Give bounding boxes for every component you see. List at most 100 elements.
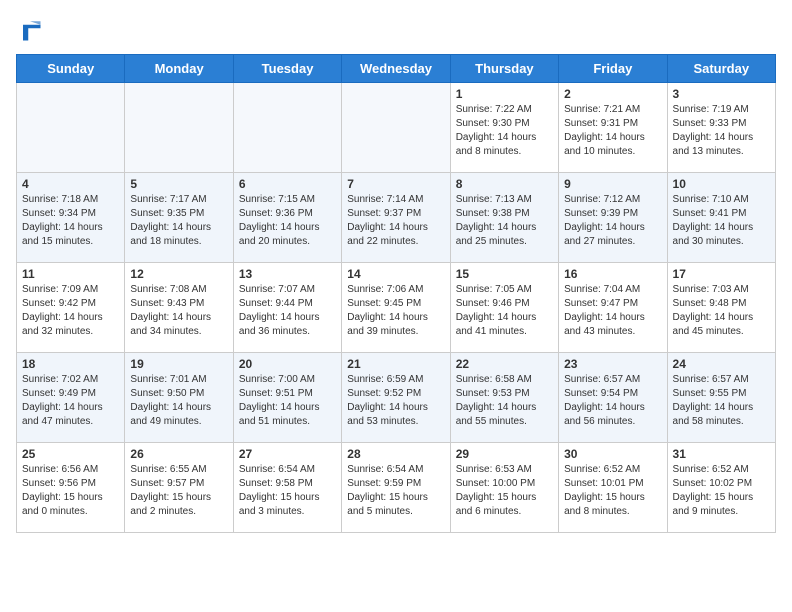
day-info: Sunrise: 7:19 AM Sunset: 9:33 PM Dayligh…: [673, 103, 770, 159]
week-row-1: 4 Sunrise: 7:18 AM Sunset: 9:34 PM Daylig…: [17, 173, 776, 263]
day-info: Sunrise: 7:07 AM Sunset: 9:44 PM Dayligh…: [239, 283, 336, 339]
calendar-cell: 30 Sunrise: 6:52 AM Sunset: 10:01 PM Dayl…: [559, 443, 667, 533]
day-number: 14: [347, 267, 444, 281]
day-number: 1: [456, 87, 553, 101]
logo-icon: [16, 16, 44, 44]
calendar-cell: 26 Sunrise: 6:55 AM Sunset: 9:57 PM Dayli…: [125, 443, 233, 533]
day-number: 20: [239, 357, 336, 371]
header-wednesday: Wednesday: [342, 55, 450, 83]
calendar-cell: [233, 83, 341, 173]
calendar-cell: 20 Sunrise: 7:00 AM Sunset: 9:51 PM Dayli…: [233, 353, 341, 443]
calendar-cell: 31 Sunrise: 6:52 AM Sunset: 10:02 PM Dayl…: [667, 443, 775, 533]
day-info: Sunrise: 7:12 AM Sunset: 9:39 PM Dayligh…: [564, 193, 661, 249]
day-info: Sunrise: 7:05 AM Sunset: 9:46 PM Dayligh…: [456, 283, 553, 339]
calendar-cell: 2 Sunrise: 7:21 AM Sunset: 9:31 PM Daylig…: [559, 83, 667, 173]
week-row-2: 11 Sunrise: 7:09 AM Sunset: 9:42 PM Dayli…: [17, 263, 776, 353]
day-number: 2: [564, 87, 661, 101]
day-number: 4: [22, 177, 119, 191]
day-number: 26: [130, 447, 227, 461]
day-number: 27: [239, 447, 336, 461]
day-info: Sunrise: 7:22 AM Sunset: 9:30 PM Dayligh…: [456, 103, 553, 159]
calendar-cell: 8Sunrise: 7:13 AM Sunset: 9:38 PM Daylig…: [450, 173, 558, 263]
day-number: 12: [130, 267, 227, 281]
day-info: Sunrise: 7:15 AM Sunset: 9:36 PM Dayligh…: [239, 193, 336, 249]
day-number: 11: [22, 267, 119, 281]
day-number: 19: [130, 357, 227, 371]
calendar-body: 1 Sunrise: 7:22 AM Sunset: 9:30 PM Daylig…: [17, 83, 776, 533]
calendar-cell: 15 Sunrise: 7:05 AM Sunset: 9:46 PM Dayli…: [450, 263, 558, 353]
day-info: Sunrise: 7:00 AM Sunset: 9:51 PM Dayligh…: [239, 373, 336, 429]
calendar-cell: 24 Sunrise: 6:57 AM Sunset: 9:55 PM Dayli…: [667, 353, 775, 443]
day-info: Sunrise: 7:02 AM Sunset: 9:49 PM Dayligh…: [22, 373, 119, 429]
day-info: Sunrise: 6:57 AM Sunset: 9:55 PM Dayligh…: [673, 373, 770, 429]
calendar-cell: 22 Sunrise: 6:58 AM Sunset: 9:53 PM Dayli…: [450, 353, 558, 443]
day-info: Sunrise: 7:18 AM Sunset: 9:34 PM Dayligh…: [22, 193, 119, 249]
calendar-cell: 29Sunrise: 6:53 AM Sunset: 10:00 PM Dayl…: [450, 443, 558, 533]
day-number: 7: [347, 177, 444, 191]
calendar-cell: 3 Sunrise: 7:19 AM Sunset: 9:33 PM Daylig…: [667, 83, 775, 173]
day-info: Sunrise: 7:08 AM Sunset: 9:43 PM Dayligh…: [130, 283, 227, 339]
day-info: Sunrise: 6:58 AM Sunset: 9:53 PM Dayligh…: [456, 373, 553, 429]
calendar-cell: 18Sunrise: 7:02 AM Sunset: 9:49 PM Dayli…: [17, 353, 125, 443]
day-info: Sunrise: 7:14 AM Sunset: 9:37 PM Dayligh…: [347, 193, 444, 249]
header-friday: Friday: [559, 55, 667, 83]
calendar-cell: 10Sunrise: 7:10 AM Sunset: 9:41 PM Dayli…: [667, 173, 775, 263]
day-number: 24: [673, 357, 770, 371]
day-number: 3: [673, 87, 770, 101]
day-number: 23: [564, 357, 661, 371]
header-thursday: Thursday: [450, 55, 558, 83]
calendar-cell: 14 Sunrise: 7:06 AM Sunset: 9:45 PM Dayli…: [342, 263, 450, 353]
header-sunday: Sunday: [17, 55, 125, 83]
day-number: 22: [456, 357, 553, 371]
day-number: 25: [22, 447, 119, 461]
calendar-header: SundayMondayTuesdayWednesdayThursdayFrid…: [17, 55, 776, 83]
day-info: Sunrise: 7:06 AM Sunset: 9:45 PM Dayligh…: [347, 283, 444, 339]
day-info: Sunrise: 7:10 AM Sunset: 9:41 PM Dayligh…: [673, 193, 770, 249]
header-row: SundayMondayTuesdayWednesdayThursdayFrid…: [17, 55, 776, 83]
calendar-cell: 13 Sunrise: 7:07 AM Sunset: 9:44 PM Dayli…: [233, 263, 341, 353]
day-number: 17: [673, 267, 770, 281]
calendar-cell: 6 Sunrise: 7:15 AM Sunset: 9:36 PM Daylig…: [233, 173, 341, 263]
calendar-cell: [17, 83, 125, 173]
day-number: 16: [564, 267, 661, 281]
calendar-cell: 12 Sunrise: 7:08 AM Sunset: 9:43 PM Dayli…: [125, 263, 233, 353]
week-row-4: 25 Sunrise: 6:56 AM Sunset: 9:56 PM Dayli…: [17, 443, 776, 533]
day-info: Sunrise: 6:57 AM Sunset: 9:54 PM Dayligh…: [564, 373, 661, 429]
day-info: Sunrise: 6:52 AM Sunset: 10:01 PM Daylig…: [564, 463, 661, 519]
calendar-cell: 25 Sunrise: 6:56 AM Sunset: 9:56 PM Dayli…: [17, 443, 125, 533]
day-info: Sunrise: 6:52 AM Sunset: 10:02 PM Daylig…: [673, 463, 770, 519]
header-tuesday: Tuesday: [233, 55, 341, 83]
day-info: Sunrise: 7:21 AM Sunset: 9:31 PM Dayligh…: [564, 103, 661, 159]
calendar-cell: 16 Sunrise: 7:04 AM Sunset: 9:47 PM Dayli…: [559, 263, 667, 353]
day-number: 29: [456, 447, 553, 461]
day-number: 31: [673, 447, 770, 461]
week-row-0: 1 Sunrise: 7:22 AM Sunset: 9:30 PM Daylig…: [17, 83, 776, 173]
day-info: Sunrise: 6:59 AM Sunset: 9:52 PM Dayligh…: [347, 373, 444, 429]
day-number: 30: [564, 447, 661, 461]
day-info: Sunrise: 6:55 AM Sunset: 9:57 PM Dayligh…: [130, 463, 227, 519]
day-number: 13: [239, 267, 336, 281]
logo: [16, 16, 48, 44]
header: [16, 16, 776, 44]
day-number: 5: [130, 177, 227, 191]
day-info: Sunrise: 6:56 AM Sunset: 9:56 PM Dayligh…: [22, 463, 119, 519]
calendar-cell: 4 Sunrise: 7:18 AM Sunset: 9:34 PM Daylig…: [17, 173, 125, 263]
day-number: 6: [239, 177, 336, 191]
day-number: 15: [456, 267, 553, 281]
calendar-cell: 5 Sunrise: 7:17 AM Sunset: 9:35 PM Daylig…: [125, 173, 233, 263]
day-info: Sunrise: 7:09 AM Sunset: 9:42 PM Dayligh…: [22, 283, 119, 339]
calendar-cell: 28Sunrise: 6:54 AM Sunset: 9:59 PM Dayli…: [342, 443, 450, 533]
calendar-cell: [125, 83, 233, 173]
day-number: 8: [456, 177, 553, 191]
calendar-cell: 17Sunrise: 7:03 AM Sunset: 9:48 PM Dayli…: [667, 263, 775, 353]
day-info: Sunrise: 7:04 AM Sunset: 9:47 PM Dayligh…: [564, 283, 661, 339]
day-info: Sunrise: 7:01 AM Sunset: 9:50 PM Dayligh…: [130, 373, 227, 429]
calendar-cell: 9 Sunrise: 7:12 AM Sunset: 9:39 PM Daylig…: [559, 173, 667, 263]
day-info: Sunrise: 6:54 AM Sunset: 9:58 PM Dayligh…: [239, 463, 336, 519]
week-row-3: 18Sunrise: 7:02 AM Sunset: 9:49 PM Dayli…: [17, 353, 776, 443]
calendar-cell: 19 Sunrise: 7:01 AM Sunset: 9:50 PM Dayli…: [125, 353, 233, 443]
calendar-cell: 27 Sunrise: 6:54 AM Sunset: 9:58 PM Dayli…: [233, 443, 341, 533]
day-info: Sunrise: 7:17 AM Sunset: 9:35 PM Dayligh…: [130, 193, 227, 249]
day-number: 9: [564, 177, 661, 191]
calendar-cell: 1 Sunrise: 7:22 AM Sunset: 9:30 PM Daylig…: [450, 83, 558, 173]
